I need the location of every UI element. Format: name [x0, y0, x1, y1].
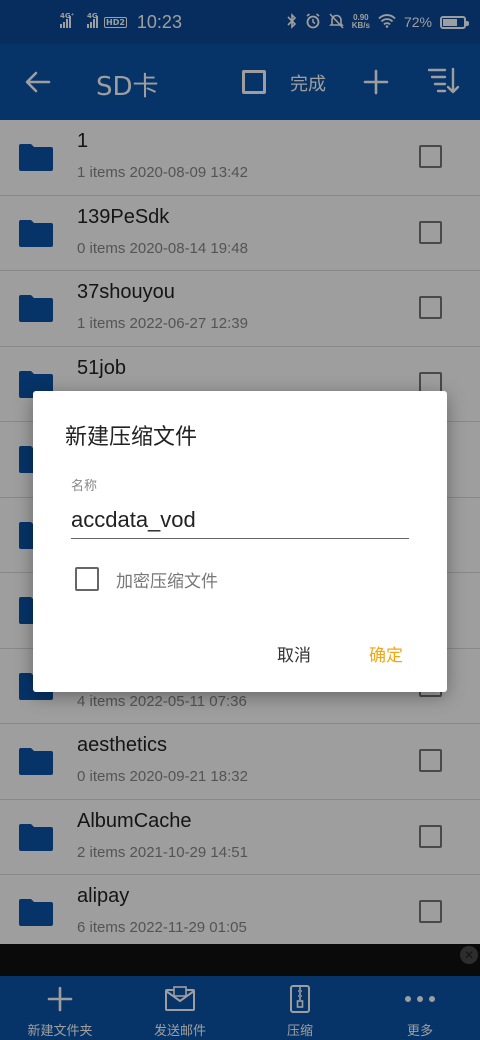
- encrypt-label: 加密压缩文件: [116, 571, 218, 592]
- new-archive-dialog: 新建压缩文件 名称 加密压缩文件 取消 确定: [33, 391, 447, 692]
- archive-name-input[interactable]: [71, 503, 409, 539]
- cancel-button[interactable]: 取消: [277, 641, 311, 666]
- confirm-button[interactable]: 确定: [369, 641, 403, 666]
- encrypt-checkbox[interactable]: [75, 567, 99, 591]
- dialog-title: 新建压缩文件: [65, 425, 198, 450]
- name-field-label: 名称: [71, 479, 98, 494]
- encrypt-option[interactable]: 加密压缩文件: [75, 566, 218, 592]
